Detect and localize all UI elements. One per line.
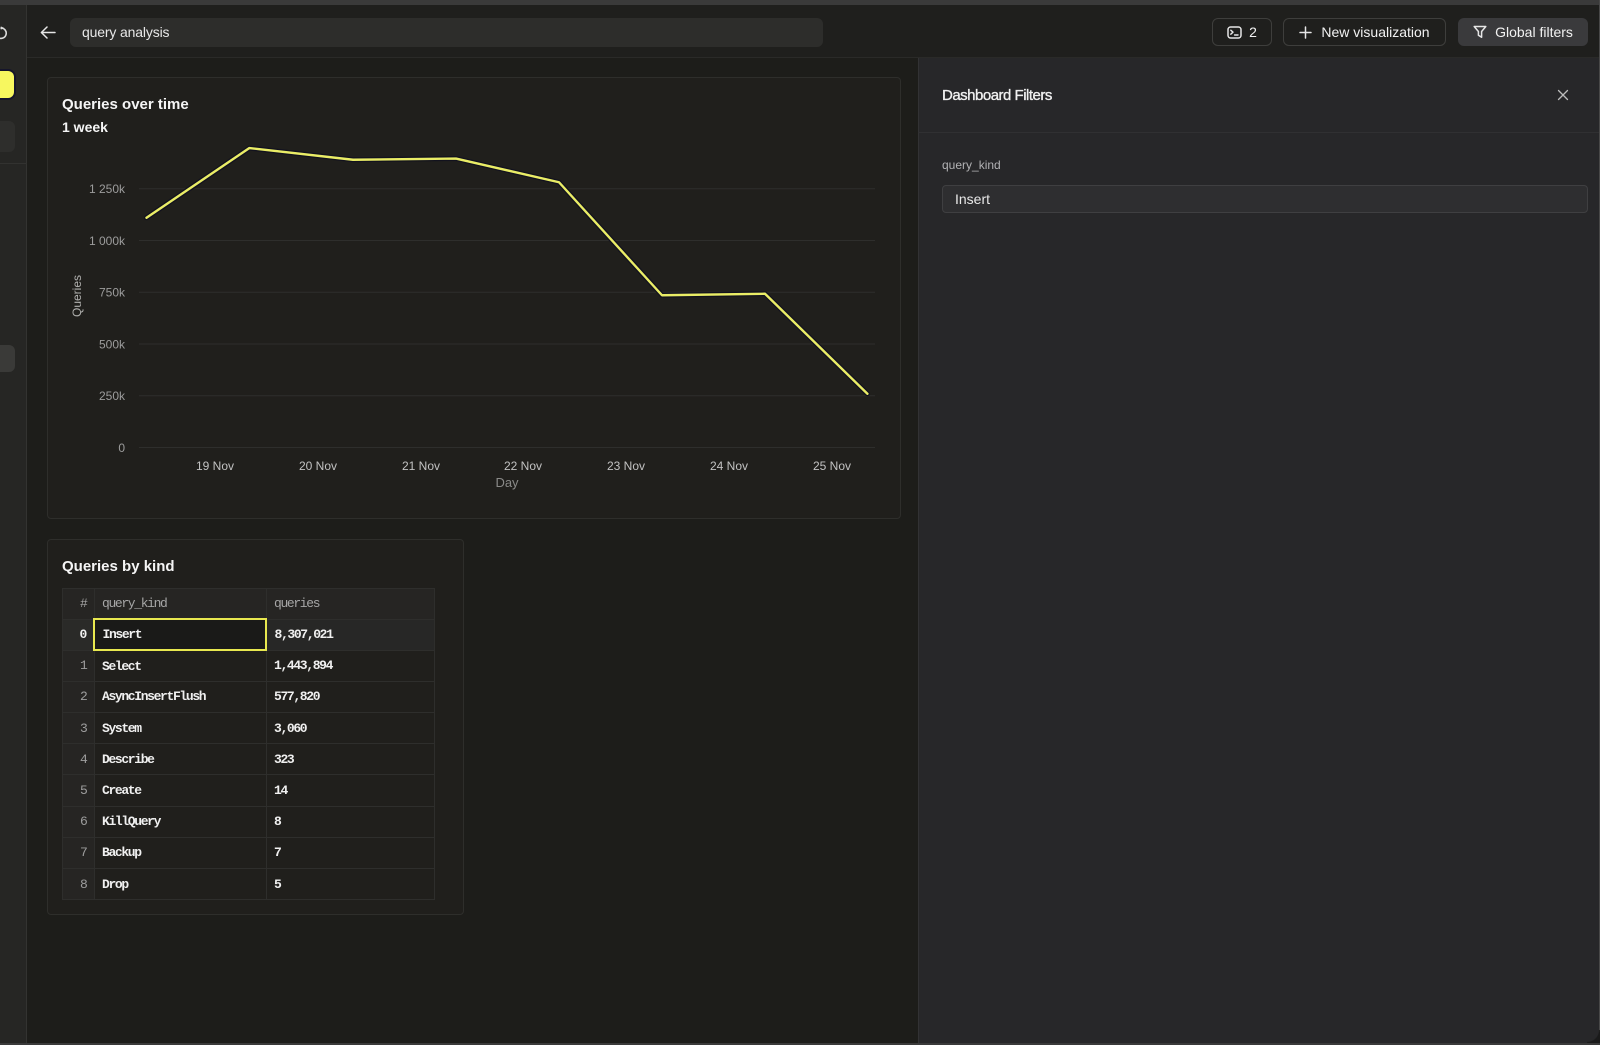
svg-text:1 week: 1 week [62, 119, 108, 135]
svg-text:0: 0 [118, 441, 125, 455]
svg-text:19 Nov: 19 Nov [196, 459, 234, 473]
svg-text:1 000k: 1 000k [89, 234, 126, 248]
svg-text:Day: Day [495, 475, 519, 490]
svg-text:22 Nov: 22 Nov [504, 459, 542, 473]
svg-text:750k: 750k [99, 286, 126, 300]
svg-text:25 Nov: 25 Nov [813, 459, 851, 473]
svg-text:21 Nov: 21 Nov [402, 459, 440, 473]
svg-text:24 Nov: 24 Nov [710, 459, 748, 473]
svg-text:23 Nov: 23 Nov [607, 459, 645, 473]
svg-text:Queries: Queries [70, 275, 84, 317]
svg-text:500k: 500k [99, 337, 126, 351]
svg-text:Queries over time: Queries over time [62, 96, 189, 113]
svg-text:20 Nov: 20 Nov [299, 459, 337, 473]
svg-text:250k: 250k [99, 389, 126, 403]
svg-text:1 250k: 1 250k [89, 182, 126, 196]
